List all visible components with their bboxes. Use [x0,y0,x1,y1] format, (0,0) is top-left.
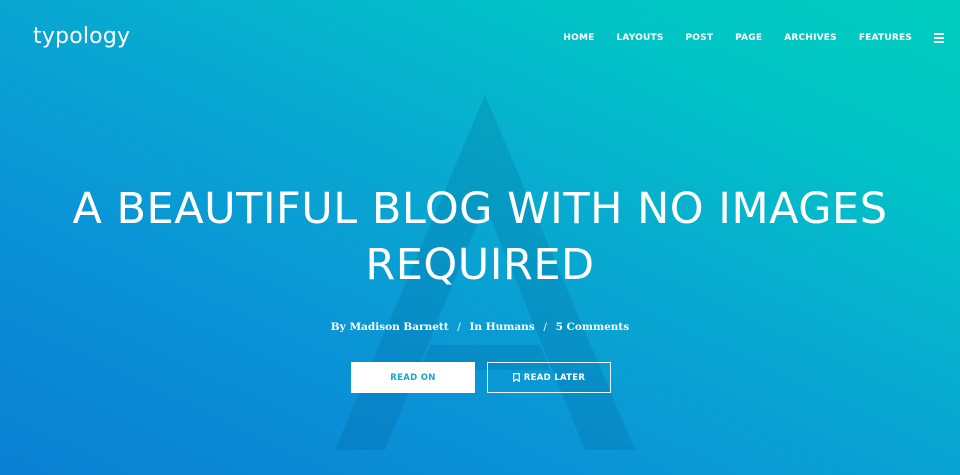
nav-item-post[interactable]: POST [686,28,714,48]
hero-section: typology HOME LAYOUTS POST PAGE ARCHIVES… [0,0,960,475]
site-logo[interactable]: typology [33,22,130,52]
nav-item-layouts[interactable]: LAYOUTS [616,28,663,48]
meta-comments-link[interactable]: 5 Comments [556,321,630,333]
nav-item-home[interactable]: HOME [563,28,594,48]
hero-title: A BEAUTIFUL BLOG WITH NO IMAGES REQUIRED [72,184,888,290]
meta-author-link[interactable]: Madison Barnett [349,321,448,333]
meta-separator: / [457,321,461,333]
meta-by-prefix: By [330,321,346,333]
nav-item-page[interactable]: PAGE [735,28,762,48]
meta-category-link[interactable]: Humans [486,321,535,333]
nav-item-archives[interactable]: ARCHIVES [784,28,837,48]
read-later-label: READ LATER [523,372,586,383]
read-on-button[interactable]: READ ON [351,362,475,393]
post-meta: By Madison Barnett / In Humans / 5 Comme… [0,318,960,336]
site-header: typology HOME LAYOUTS POST PAGE ARCHIVES… [0,0,960,78]
nav-item-features[interactable]: FEATURES [859,28,912,48]
read-on-label: READ ON [390,372,436,383]
meta-separator: / [543,321,547,333]
bookmark-icon [512,373,520,382]
meta-category-prefix: In [469,321,483,333]
hamburger-menu-icon[interactable] [934,28,944,48]
main-nav: HOME LAYOUTS POST PAGE ARCHIVES FEATURES [563,28,944,48]
read-later-button[interactable]: READ LATER [487,362,611,393]
